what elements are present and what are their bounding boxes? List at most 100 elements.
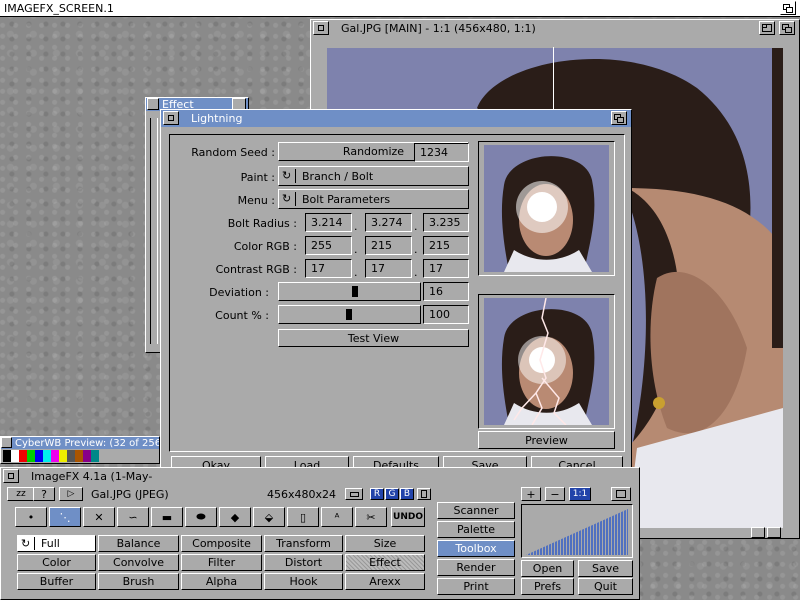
render-button[interactable]: Render (437, 559, 515, 576)
palette-button[interactable]: Palette (437, 521, 515, 538)
composite-button[interactable]: Composite (181, 535, 262, 552)
menu-cycle-button[interactable]: ↻ Bolt Parameters (278, 189, 469, 209)
palette-swatch[interactable] (27, 450, 35, 462)
red-channel-button[interactable]: R (370, 488, 384, 500)
filter-button[interactable]: Filter (181, 554, 262, 571)
buffer-arrow-button[interactable]: ▷ (59, 487, 83, 501)
preview-button[interactable]: Preview (478, 431, 615, 449)
count-slider[interactable] (278, 305, 421, 324)
color-palette[interactable] (3, 450, 99, 462)
save-button[interactable]: Save (578, 560, 633, 577)
count-slider-knob[interactable] (345, 309, 352, 320)
screen-depth-gadget[interactable] (780, 1, 796, 15)
color-r-field[interactable]: 255 (305, 236, 352, 255)
zoom-reset-button[interactable]: 1:1 (569, 487, 591, 501)
size-button[interactable]: Size (345, 535, 425, 552)
green-channel-button[interactable]: G (385, 488, 399, 500)
main-image-zoom-gadget[interactable] (759, 21, 775, 35)
random-seed-field[interactable]: 1234 (414, 143, 469, 162)
buffer-swap-button[interactable] (345, 488, 363, 500)
effect-button[interactable]: Effect (345, 554, 425, 571)
fill-tool-button[interactable]: ◆ (219, 507, 251, 527)
palette-swatch[interactable] (43, 450, 51, 462)
transform-button[interactable]: Transform (264, 535, 343, 552)
main-image-titlebar[interactable]: Gal.JPG [MAIN] - 1:1 (456x480, 1:1) (311, 20, 799, 37)
dot-tool-button[interactable]: • (15, 507, 47, 527)
line-tool-button[interactable]: ✕ (83, 507, 115, 527)
count-value-field[interactable]: 100 (423, 305, 469, 324)
zoom-in-button[interactable]: + (521, 487, 541, 501)
zoom-out-button[interactable]: − (545, 487, 565, 501)
freehand-tool-button[interactable]: ⋱ (49, 507, 81, 527)
open-button[interactable]: Open (521, 560, 574, 577)
color-g-field[interactable]: 215 (365, 236, 412, 255)
contrast-b-field[interactable]: 17 (423, 259, 469, 278)
full-cycle-button[interactable]: ↻ Full (17, 535, 96, 552)
bolt-radius-field-3[interactable]: 3.235 (423, 213, 469, 232)
buffer-button[interactable]: Buffer (17, 573, 96, 590)
bolt-radius-field-1[interactable]: 3.214 (305, 213, 352, 232)
cyberwb-titlebar[interactable]: CyberWB Preview: (32 of 256 (1, 437, 159, 449)
alpha-button[interactable]: Alpha (181, 573, 262, 590)
palette-swatch[interactable] (3, 450, 11, 462)
clipboard-tool-button[interactable]: ▯ (287, 507, 319, 527)
curve-tool-button[interactable]: ∽ (117, 507, 149, 527)
hook-button[interactable]: Hook (264, 573, 343, 590)
toolbox-button[interactable]: Toolbox (437, 540, 515, 557)
palette-swatch[interactable] (19, 450, 27, 462)
toolbox-resize-button[interactable] (611, 487, 631, 501)
effect-close-gadget[interactable] (147, 98, 159, 110)
contrast-r-field[interactable]: 17 (305, 259, 352, 278)
help-button[interactable]: ? (33, 487, 55, 501)
bolt-radius-label: Bolt Radius : (227, 217, 297, 230)
undo-button[interactable]: UNDO (391, 507, 425, 527)
palette-swatch[interactable] (59, 450, 67, 462)
palette-swatch[interactable] (35, 450, 43, 462)
toolbox-titlebar[interactable]: ImageFX 4.1a (1-May- (1, 468, 639, 484)
color-button[interactable]: Color (17, 554, 96, 571)
print-button[interactable]: Print (437, 578, 515, 595)
source-preview-image (484, 145, 609, 272)
cyberwb-close-gadget[interactable] (1, 437, 12, 448)
prefs-button[interactable]: Prefs (521, 578, 574, 595)
effect-list-scroll[interactable] (150, 118, 158, 344)
deviation-slider[interactable] (278, 282, 421, 301)
palette-swatch[interactable] (83, 450, 91, 462)
contrast-g-field[interactable]: 17 (365, 259, 412, 278)
palette-swatch[interactable] (67, 450, 75, 462)
arexx-button[interactable]: Arexx (345, 573, 425, 590)
cut-tool-button[interactable]: ✂ (355, 507, 387, 527)
scanner-button[interactable]: Scanner (437, 502, 515, 519)
box-tool-button[interactable]: ▬ (151, 507, 183, 527)
blue-channel-button[interactable]: B (400, 488, 414, 500)
lightning-titlebar[interactable]: Lightning (161, 110, 631, 127)
deviation-slider-knob[interactable] (352, 286, 359, 297)
color-b-field[interactable]: 215 (423, 236, 469, 255)
gradient-ramp (526, 509, 628, 555)
airbrush-tool-button[interactable]: ⬙ (253, 507, 285, 527)
quit-button[interactable]: Quit (578, 578, 633, 595)
brush-button[interactable]: Brush (98, 573, 179, 590)
sleep-button[interactable]: zz (7, 487, 35, 501)
lightning-close-gadget[interactable] (163, 111, 179, 125)
bolt-radius-field-2[interactable]: 3.274 (365, 213, 412, 232)
palette-swatch[interactable] (91, 450, 99, 462)
distort-button[interactable]: Distort (264, 554, 343, 571)
balance-button[interactable]: Balance (98, 535, 179, 552)
palette-swatch[interactable] (51, 450, 59, 462)
main-image-close-gadget[interactable] (313, 21, 329, 35)
lightning-depth-gadget[interactable] (611, 111, 627, 125)
convolve-button[interactable]: Convolve (98, 554, 179, 571)
palette-swatch[interactable] (75, 450, 83, 462)
channel-lock-button[interactable] (417, 488, 431, 500)
main-image-scroll-left[interactable] (751, 527, 765, 538)
deviation-value-field[interactable]: 16 (423, 282, 469, 301)
ellipse-tool-button[interactable]: ⬬ (185, 507, 217, 527)
text-tool-button[interactable]: ᴬ (321, 507, 353, 527)
main-image-depth-gadget[interactable] (779, 21, 795, 35)
test-view-button[interactable]: Test View (278, 329, 469, 347)
paint-cycle-button[interactable]: ↻ Branch / Bolt (278, 166, 469, 186)
main-image-scroll-right[interactable] (767, 527, 781, 538)
palette-swatch[interactable] (11, 450, 19, 462)
toolbox-close-gadget[interactable] (3, 469, 19, 483)
